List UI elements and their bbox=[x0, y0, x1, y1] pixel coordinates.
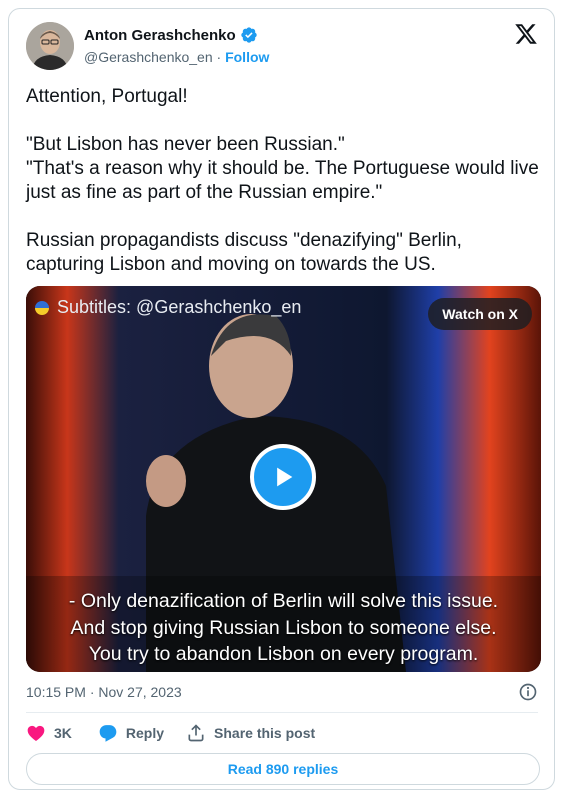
x-logo-icon[interactable] bbox=[514, 22, 538, 46]
read-replies-button[interactable]: Read 890 replies bbox=[26, 753, 540, 785]
video-caption: - Only denazification of Berlin will sol… bbox=[26, 588, 541, 668]
ukraine-flag-icon bbox=[35, 300, 49, 315]
avatar[interactable] bbox=[26, 22, 74, 70]
play-button[interactable] bbox=[250, 444, 316, 510]
like-count: 3K bbox=[54, 725, 72, 741]
tweet-text: Attention, Portugal! "But Lisbon has nev… bbox=[26, 86, 539, 275]
caption-line: - Only denazification of Berlin will sol… bbox=[68, 590, 499, 612]
action-bar: 3K Reply Share this post bbox=[26, 723, 315, 743]
verified-badge-icon bbox=[241, 27, 257, 43]
tweet-timestamp[interactable]: 10:15 PM · Nov 27, 2023 bbox=[26, 684, 182, 700]
caption-line: You try to abandon Lisbon on every progr… bbox=[88, 643, 479, 665]
author-handle[interactable]: @Gerashchenko_en bbox=[84, 49, 213, 65]
watch-on-x-button[interactable]: Watch on X bbox=[428, 298, 532, 330]
share-label: Share this post bbox=[214, 725, 316, 741]
caption-line: And stop giving Russian Lisbon to someon… bbox=[70, 616, 497, 639]
like-button[interactable]: 3K bbox=[26, 723, 72, 743]
subtitle-watermark-text: Subtitles: @Gerashchenko_en bbox=[57, 297, 302, 317]
author-name-row: Anton Gerashchenko bbox=[84, 26, 258, 44]
tweet-card: Anton Gerashchenko @Gerashchenko_en · Fo… bbox=[8, 8, 555, 790]
play-icon bbox=[277, 467, 293, 487]
follow-button[interactable]: Follow bbox=[225, 49, 269, 65]
share-icon bbox=[188, 724, 204, 742]
handle-separator: · bbox=[212, 49, 226, 65]
reply-label: Reply bbox=[125, 725, 165, 741]
author-name[interactable]: Anton Gerashchenko bbox=[84, 27, 236, 44]
info-icon[interactable] bbox=[518, 682, 538, 702]
heart-icon bbox=[27, 725, 45, 741]
share-button[interactable]: Share this post bbox=[186, 723, 315, 743]
reply-icon bbox=[99, 725, 117, 742]
divider bbox=[26, 712, 538, 713]
reply-button[interactable]: Reply bbox=[98, 723, 164, 743]
subtitle-watermark: Subtitles: @Gerashchenko_en bbox=[35, 297, 301, 318]
video-player[interactable]: Subtitles: @Gerashchenko_en Watch on X -… bbox=[26, 286, 541, 672]
author-handle-row: @Gerashchenko_en · Follow bbox=[84, 49, 269, 65]
